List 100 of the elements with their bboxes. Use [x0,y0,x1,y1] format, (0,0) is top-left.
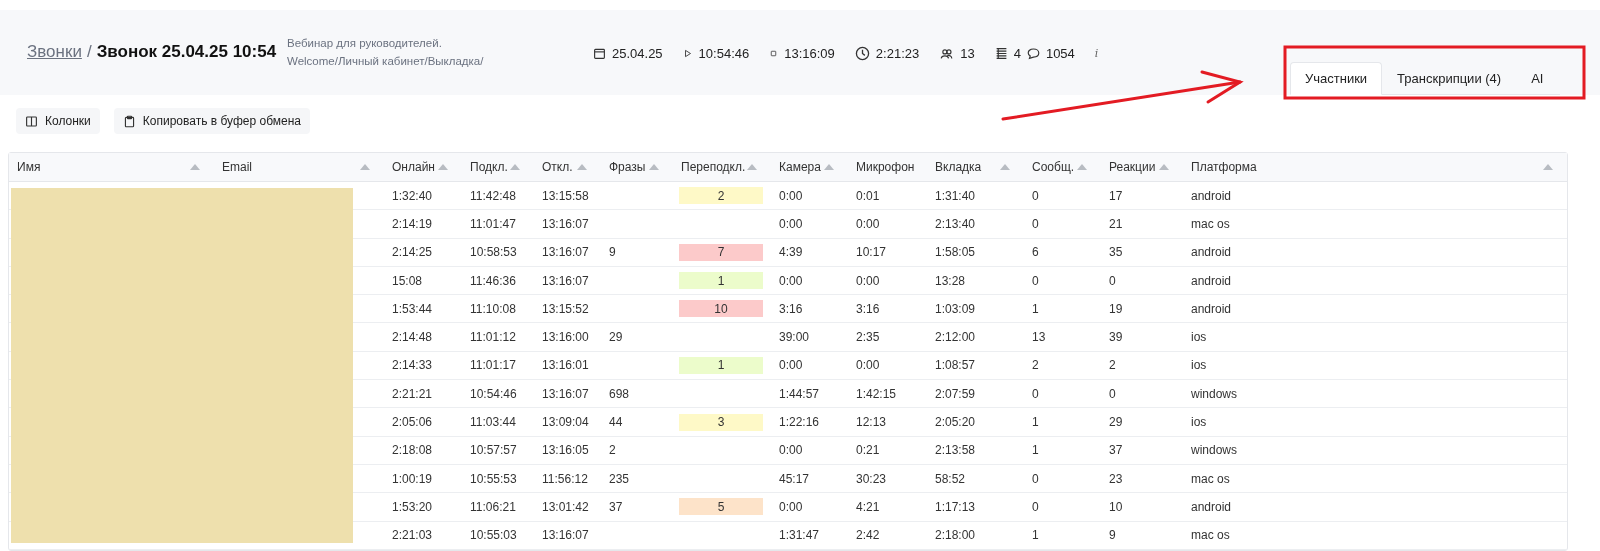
meta-value: 13 [960,46,975,61]
table-cell: 21 [1109,216,1123,231]
tab[interactable]: Участники [1290,62,1383,95]
table-cell: 11:46:36 [470,273,516,288]
sort-icon[interactable] [1159,164,1169,170]
column-header[interactable]: Платформа [1191,160,1257,174]
table-cell: 1:42:15 [856,386,897,401]
table-cell: mac os [1191,528,1230,543]
reconnect-count: 1 [679,272,763,290]
column-header[interactable]: Имя [17,160,41,174]
table-cell: 4:39 [779,245,803,260]
info-icon[interactable]: i [1094,47,1099,60]
table-cell: 235 [609,471,630,486]
columns-icon [25,114,38,128]
table-cell: 2:21:21 [392,386,433,401]
table-cell: 35 [1109,245,1123,260]
table-cell: 9 [609,245,616,260]
table-cell: 3:16 [856,301,880,316]
table-cell: 0:00 [856,273,880,288]
table-cell: 13:09:04 [542,415,589,429]
table-cell: 30:23 [856,471,887,486]
reconnect-count: 1 [679,356,763,374]
table-cell: windows [1191,443,1238,458]
table-cell: 15:08 [392,273,423,288]
table-cell: 1:31:40 [935,188,976,203]
sort-icon[interactable] [649,164,659,170]
table-cell: 10 [1109,499,1123,514]
column-header[interactable]: Реакции [1109,160,1156,174]
sort-icon[interactable] [747,164,757,170]
play-icon [682,47,693,60]
column-header[interactable]: Онлайн [392,160,435,174]
table-cell: 45:17 [779,471,810,486]
meta-value: 13:16:09 [784,46,835,61]
calendar-icon [593,47,606,60]
table-cell: 2:18:08 [392,443,433,458]
table-cell: mac os [1191,216,1230,231]
column-header[interactable]: Фразы [609,160,646,174]
table-cell: 29 [609,330,623,345]
column-header[interactable]: Вкладка [935,160,982,174]
table-cell: 6 [1032,245,1039,260]
table-cell: 1:08:57 [935,358,976,373]
table-cell: android [1191,301,1232,316]
table-cell: 2:12:00 [935,330,976,345]
table-cell: 2 [1109,358,1116,373]
table-cell: ios [1191,330,1207,345]
sort-icon[interactable] [190,164,200,170]
table-cell: 0:00 [779,216,803,231]
table-cell: 44 [609,415,623,429]
table-cell: 10:17 [856,245,887,260]
column-header[interactable]: Камера [779,160,821,174]
table-cell: 2:14:19 [392,216,433,231]
column-header[interactable]: Email [222,160,252,174]
table-cell: 13:01:42 [542,499,589,514]
tab[interactable]: AI [1516,62,1559,95]
table-cell: 10:55:03 [470,528,517,543]
table-cell: android [1191,499,1232,514]
table-cell: 1:53:44 [392,301,433,316]
table-cell: 0:01 [856,188,880,203]
column-header[interactable]: Микрофон [856,160,915,174]
sort-icon[interactable] [360,164,370,170]
column-header[interactable]: Подкл. [470,160,508,174]
sort-icon[interactable] [577,164,587,170]
table-cell: 37 [609,499,623,514]
calls-link[interactable]: Звонки [27,42,82,62]
column-header[interactable]: Переподкл. [681,160,746,174]
sort-icon[interactable] [1000,164,1010,170]
table-cell: 10:54:46 [470,386,517,401]
column-header[interactable]: Сообщ. [1032,160,1075,174]
columns-button[interactable]: Колонки [16,108,100,134]
table-cell: 17 [1109,188,1123,203]
sort-icon[interactable] [438,164,448,170]
table-cell: 11:03:44 [470,415,516,429]
sort-icon[interactable] [1077,164,1087,170]
table-cell: 1:03:09 [935,301,976,316]
tab[interactable]: Транскрипции (4) [1382,62,1517,95]
table-cell: 4:21 [856,499,880,514]
table-cell: 2:14:25 [392,245,433,260]
table-cell: 9 [1109,528,1116,543]
table-cell: windows [1191,386,1238,401]
table-cell: 2:14:48 [392,330,433,345]
copy-button[interactable]: Копировать в буфер обмена [113,108,310,134]
meta-value: 2:21:23 [875,46,920,61]
table-cell: 1:44:57 [779,386,820,401]
table-cell: 13:15:58 [542,188,589,203]
table-cell: 1:32:40 [392,188,433,203]
sort-icon[interactable] [824,164,834,170]
table-cell: 1:53:20 [392,499,433,514]
table-cell: android [1191,245,1232,260]
table-cell: 1:17:13 [935,499,976,514]
table-cell: 2:05:20 [935,415,976,429]
sort-icon[interactable] [1543,164,1553,170]
call-description: Вебинар для руководителей. [287,37,443,49]
sort-icon[interactable] [510,164,520,170]
table-cell: 13:16:07 [542,528,589,543]
column-header[interactable]: Откл. [542,160,573,174]
table-cell: 19 [1109,301,1123,316]
table-cell: 0 [1109,386,1116,401]
table-cell: 0:00 [779,273,803,288]
table-cell: 29 [1109,415,1123,429]
table-cell: 2:21:03 [392,528,433,543]
